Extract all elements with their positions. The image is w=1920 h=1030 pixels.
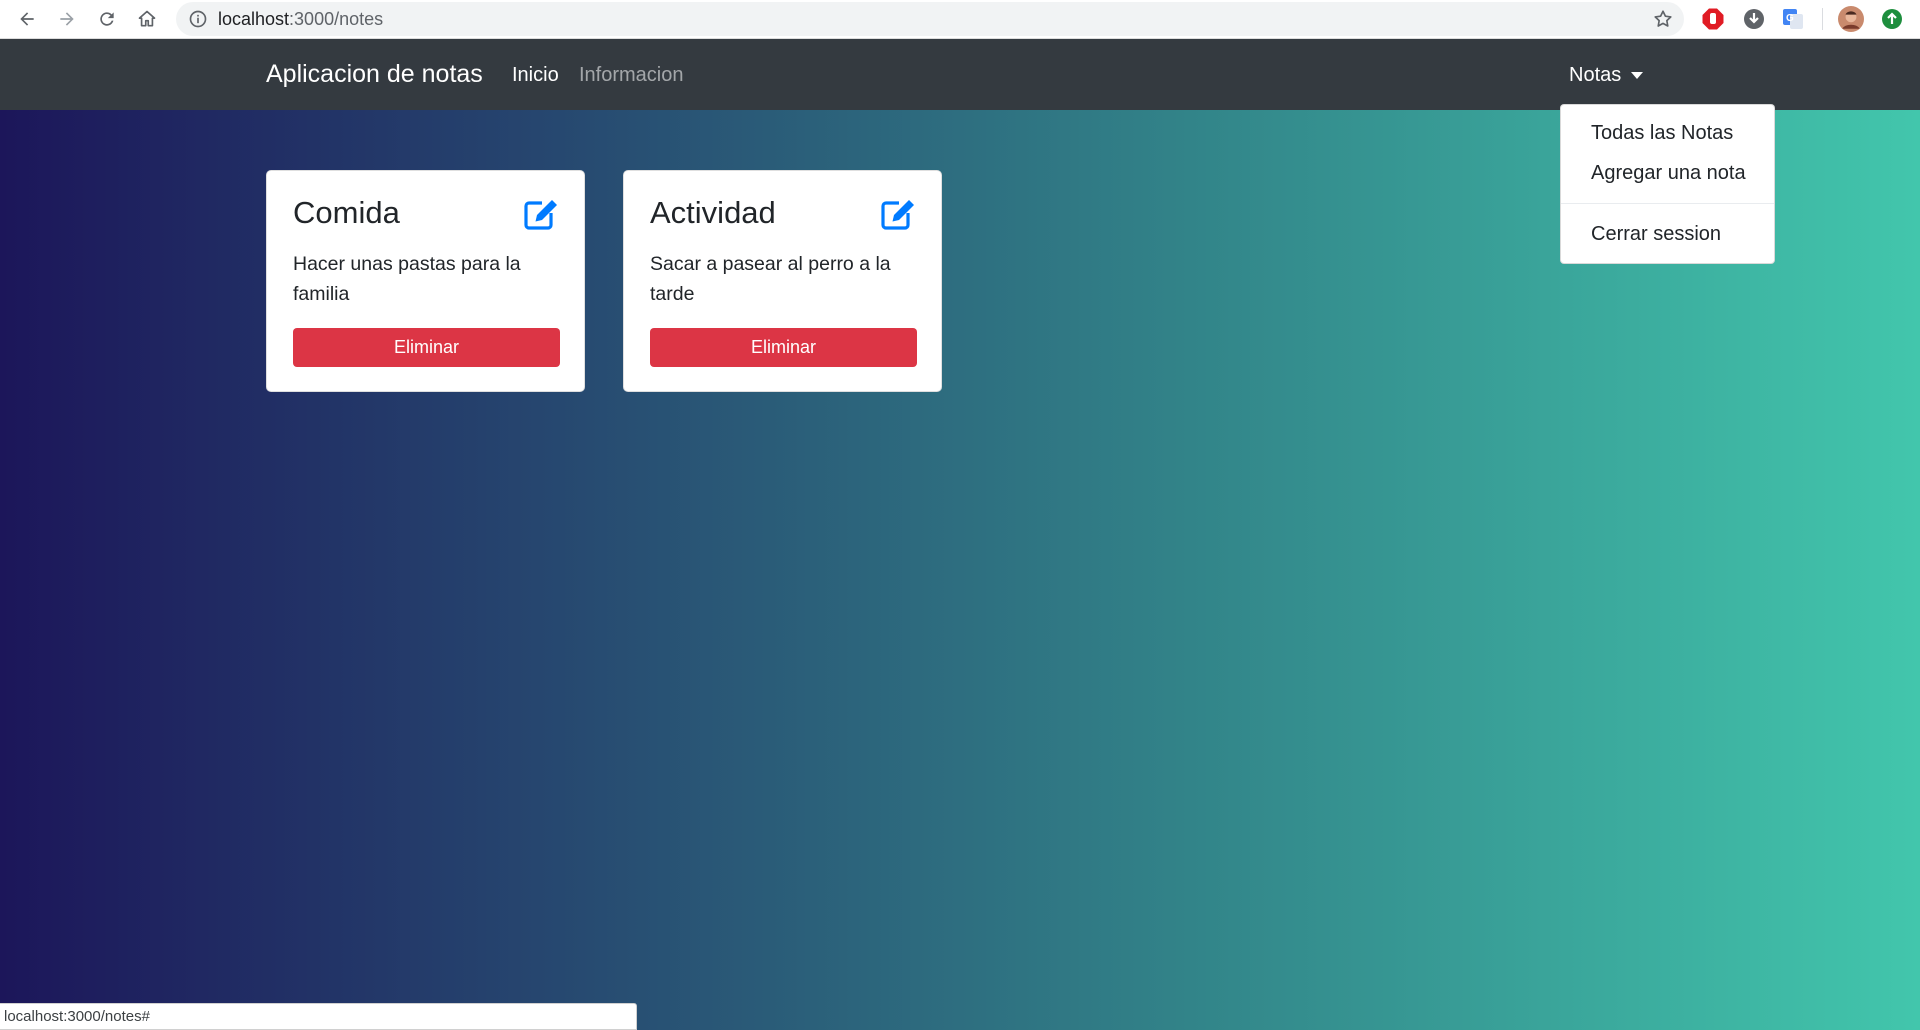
dropdown-divider: [1561, 203, 1774, 204]
address-bar[interactable]: localhost:3000/notes: [176, 2, 1684, 36]
notas-dropdown-menu: Todas las Notas Agregar una nota Cerrar …: [1560, 104, 1775, 264]
browser-toolbar: localhost:3000/notes G: [0, 0, 1920, 39]
arrow-right-icon: [60, 12, 74, 26]
translate-extension[interactable]: G: [1780, 6, 1806, 32]
note-title: Comida: [293, 195, 400, 230]
avatar-icon: [1838, 6, 1864, 32]
notas-dropdown-toggle[interactable]: Notas: [1569, 64, 1644, 87]
edit-icon[interactable]: [881, 197, 917, 231]
download-icon: [1744, 9, 1764, 29]
reload-button[interactable]: [92, 4, 122, 34]
update-extension[interactable]: [1879, 6, 1905, 32]
url-host: localhost: [218, 9, 290, 29]
note-title: Actividad: [650, 195, 776, 230]
dropdown-label: Notas: [1569, 64, 1622, 86]
arrow-left-icon: [20, 12, 34, 26]
forward-button[interactable]: [52, 4, 82, 34]
url-text[interactable]: localhost:3000/notes: [218, 9, 383, 30]
dropdown-item-todas-las-notas[interactable]: Todas las Notas: [1561, 113, 1774, 153]
star-icon[interactable]: [1652, 8, 1674, 30]
delete-button[interactable]: Eliminar: [650, 328, 917, 367]
dropdown-item-agregar-nota[interactable]: Agregar una nota: [1561, 153, 1774, 193]
stop-hand-icon: [1702, 8, 1724, 30]
svg-text:G: G: [1786, 13, 1794, 24]
caret-down-icon: [1631, 72, 1644, 79]
nav-link-inicio[interactable]: Inicio: [512, 64, 559, 87]
download-extension[interactable]: [1741, 6, 1767, 32]
info-icon[interactable]: [188, 9, 208, 29]
reload-icon: [100, 12, 114, 26]
navbar: Aplicacion de notas Inicio Informacion N…: [0, 39, 1920, 110]
home-icon: [138, 10, 156, 27]
delete-button[interactable]: Eliminar: [293, 328, 560, 367]
toolbar-separator: [1822, 8, 1823, 30]
note-description: Hacer unas pastas para la familia: [293, 253, 521, 305]
navbar-brand[interactable]: Aplicacion de notas: [266, 60, 483, 89]
link-status-bubble: localhost:3000/notes#: [0, 1003, 637, 1030]
back-button[interactable]: [12, 4, 42, 34]
note-card: Actividad Sacar a pasear al perro a la t…: [623, 170, 942, 392]
dropdown-item-cerrar-session[interactable]: Cerrar session: [1561, 214, 1774, 254]
arrow-up-circle-icon: [1882, 9, 1902, 29]
page-background: Aplicacion de notas Inicio Informacion N…: [0, 39, 1920, 1030]
home-button[interactable]: [132, 4, 162, 34]
note-card: Comida Hacer unas pastas para la familia…: [266, 170, 585, 392]
nav-link-informacion[interactable]: Informacion: [579, 64, 684, 87]
edit-icon[interactable]: [524, 197, 560, 231]
note-description: Sacar a pasear al perro a la tarde: [650, 253, 891, 305]
profile-avatar[interactable]: [1838, 6, 1864, 32]
adblock-extension[interactable]: [1700, 6, 1726, 32]
url-path: :3000/notes: [289, 9, 384, 29]
translate-icon: G: [1783, 9, 1803, 29]
